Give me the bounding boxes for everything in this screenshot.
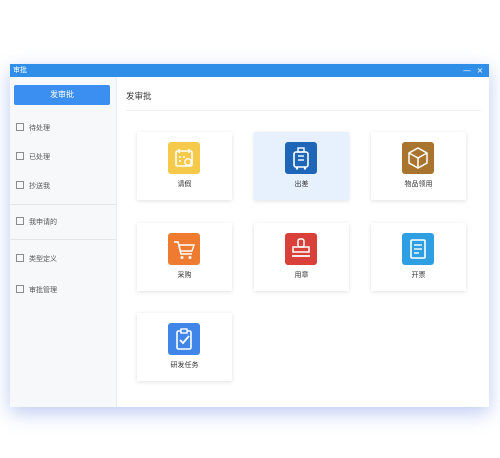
- window-title: 审批: [13, 66, 27, 74]
- sidebar: 发审批 待处理 已处理 抄送我 我申请的 类型定义 审批管理: [10, 77, 117, 407]
- sidebar-item-label: 已处理: [29, 153, 50, 161]
- card-label: 研发任务: [170, 361, 199, 369]
- card-item-requisition[interactable]: 物品领用: [371, 132, 466, 200]
- card-label: 物品领用: [404, 180, 433, 188]
- sidebar-item-label: 待处理: [29, 124, 50, 132]
- close-button[interactable]: ×: [474, 64, 486, 77]
- sidebar-item-type-definition[interactable]: 类型定义: [16, 252, 57, 266]
- card-rd-task[interactable]: 研发任务: [137, 313, 232, 381]
- card-label: 出差: [294, 180, 309, 188]
- checkbox-icon: [16, 217, 24, 225]
- invoice-icon: [402, 233, 434, 265]
- card-label: 用章: [294, 271, 309, 279]
- checkbox-icon: [16, 123, 24, 131]
- card-purchase[interactable]: 采购: [137, 223, 232, 291]
- checkbox-icon: [16, 152, 24, 160]
- checkbox-icon: [16, 285, 24, 293]
- sidebar-item-my-requests[interactable]: 我申请的: [16, 215, 57, 229]
- title-divider: [126, 110, 481, 111]
- sidebar-item-label: 抄送我: [29, 182, 50, 190]
- task-icon: [168, 323, 200, 355]
- calendar-icon: [168, 142, 200, 174]
- card-business-trip[interactable]: 出差: [254, 132, 349, 200]
- checkbox-icon: [16, 181, 24, 189]
- sidebar-item-approval-management[interactable]: 审批管理: [16, 283, 57, 297]
- sidebar-item-pending[interactable]: 待处理: [16, 121, 50, 135]
- card-leave[interactable]: 请假: [137, 132, 232, 200]
- card-label: 采购: [177, 271, 192, 279]
- stamp-icon: [285, 233, 317, 265]
- page-title: 发审批: [126, 92, 152, 102]
- new-approval-button[interactable]: 发审批: [14, 85, 110, 105]
- sidebar-divider: [10, 204, 116, 205]
- box-icon: [402, 142, 434, 174]
- suitcase-icon: [285, 142, 317, 174]
- card-label: 请假: [177, 180, 192, 188]
- main-content: 发审批 请假 出差 物品领用 采购 用章 开票 研发任务: [117, 77, 489, 407]
- minimize-button[interactable]: —: [461, 64, 473, 77]
- sidebar-item-label: 类型定义: [29, 255, 57, 263]
- sidebar-item-processed[interactable]: 已处理: [16, 150, 50, 164]
- card-seal-use[interactable]: 用章: [254, 223, 349, 291]
- sidebar-item-label: 审批管理: [29, 286, 57, 294]
- sidebar-divider: [10, 239, 116, 240]
- checkbox-icon: [16, 254, 24, 262]
- title-bar: 审批 — ×: [10, 64, 489, 77]
- card-invoice[interactable]: 开票: [371, 223, 466, 291]
- approval-window: 审批 — × 发审批 待处理 已处理 抄送我 我申请的 类型定义 审批管理 发审…: [10, 64, 489, 407]
- card-label: 开票: [411, 271, 426, 279]
- cart-icon: [168, 233, 200, 265]
- sidebar-item-label: 我申请的: [29, 218, 57, 226]
- sidebar-item-cc-me[interactable]: 抄送我: [16, 179, 50, 193]
